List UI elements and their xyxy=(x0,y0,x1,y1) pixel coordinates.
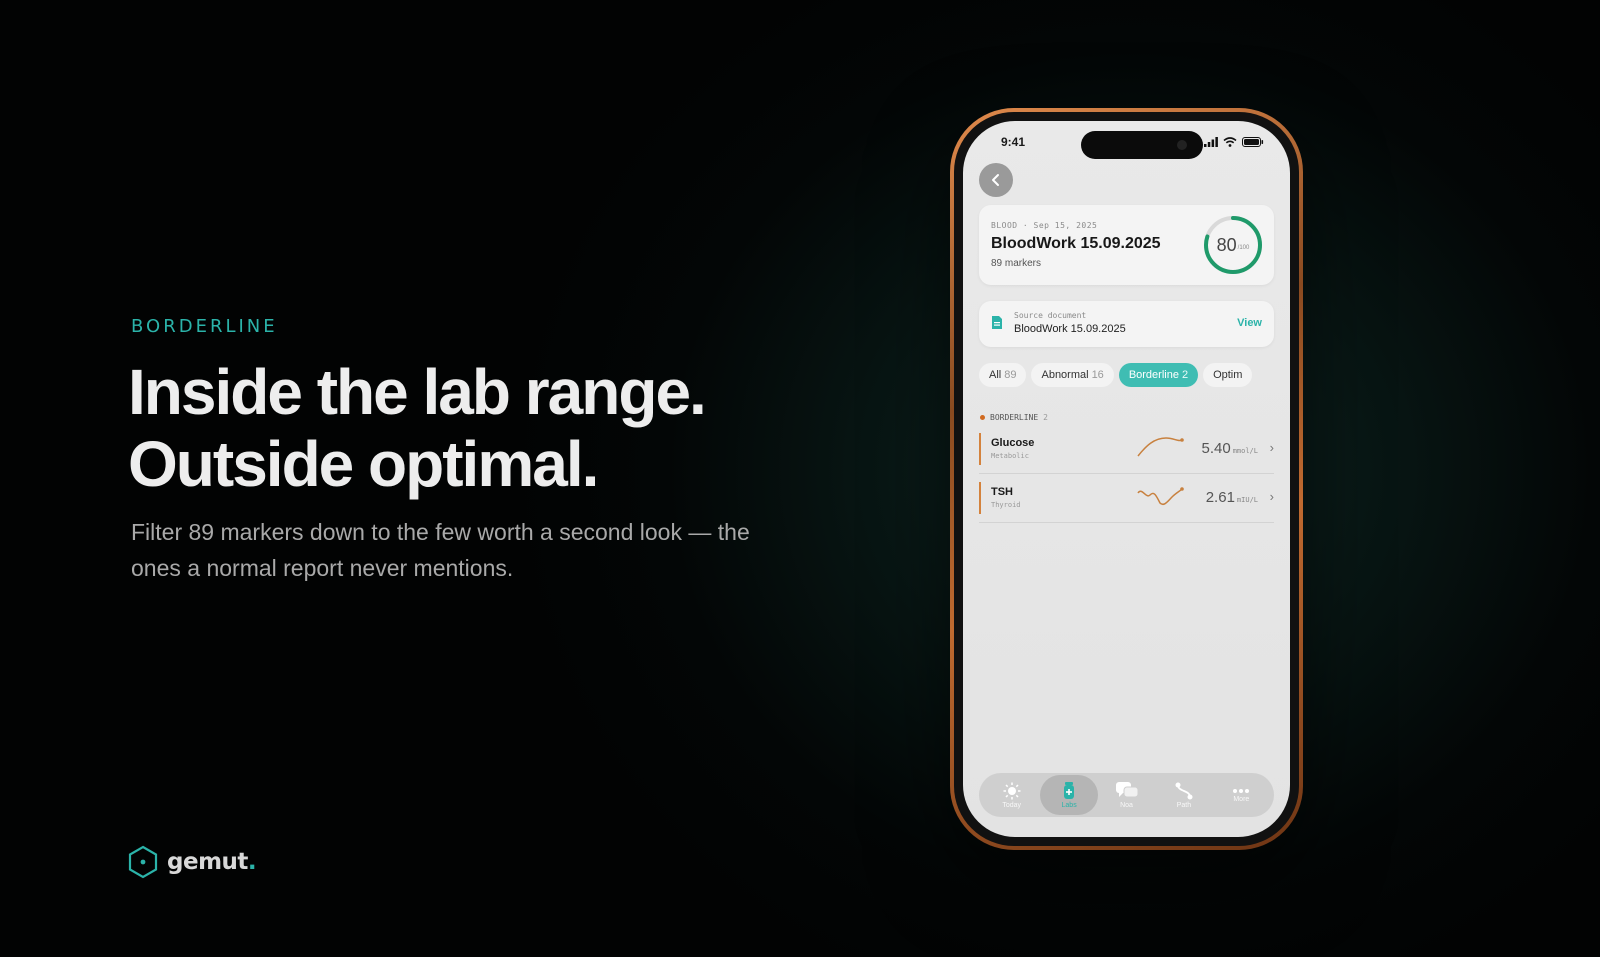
tab-noa[interactable]: Noa xyxy=(1098,775,1155,815)
report-marker-count: 89 markers xyxy=(991,258,1042,269)
section-header-borderline: BORDERLINE 2 xyxy=(980,413,1048,422)
status-bar: 9:41 xyxy=(1001,133,1264,151)
status-dot-icon xyxy=(980,415,985,420)
value-unit: mmol/L xyxy=(1232,447,1258,455)
tab-label: Noa xyxy=(1120,801,1133,809)
view-button[interactable]: View xyxy=(1237,317,1262,329)
section-count: 2 xyxy=(1043,413,1048,422)
phone-screen: 9:41 BLOOD · Sep 15, 2025 BloodWork 15.0… xyxy=(963,121,1290,837)
chip-label: All xyxy=(989,369,1002,381)
battery-icon xyxy=(1242,137,1264,147)
marker-name: TSH xyxy=(991,486,1013,498)
sparkline-icon xyxy=(1137,437,1184,457)
tab-labs[interactable]: Labs xyxy=(1040,775,1098,815)
marker-category: Metabolic xyxy=(991,452,1029,460)
chip-label: Abnormal xyxy=(1041,369,1089,381)
score-max: /100 xyxy=(1237,245,1250,251)
tab-label: Path xyxy=(1176,801,1192,809)
chevron-right-icon: › xyxy=(1269,440,1274,455)
value-unit: mIU/L xyxy=(1236,496,1258,504)
eyebrow-label: BORDERLINE xyxy=(131,316,278,337)
phone-bezel: 9:41 BLOOD · Sep 15, 2025 BloodWork 15.0… xyxy=(954,112,1299,846)
tab-today[interactable]: Today xyxy=(983,775,1040,815)
headline-line-2: Outside optimal. xyxy=(128,428,599,500)
filter-chip-borderline[interactable]: Borderline 2 xyxy=(1118,363,1199,387)
tab-path[interactable]: Path xyxy=(1155,775,1212,815)
report-title: BloodWork 15.09.2025 xyxy=(991,235,1161,252)
tab-bar: Today Labs Noa Path More xyxy=(979,773,1274,817)
document-icon xyxy=(992,316,1002,329)
source-label: Source document xyxy=(1014,311,1087,320)
chevron-left-icon xyxy=(992,174,999,186)
chip-count: 2 xyxy=(1181,369,1189,381)
headline: Inside the lab range. Outside optimal. xyxy=(128,356,707,500)
tab-more[interactable]: More xyxy=(1213,775,1270,815)
phone-mockup: 9:41 BLOOD · Sep 15, 2025 BloodWork 15.0… xyxy=(950,108,1303,850)
subtitle: Filter 89 markers down to the few worth … xyxy=(131,519,750,581)
brand-name: gemut. xyxy=(167,849,257,875)
filter-chip-optimal[interactable]: Optim xyxy=(1203,363,1253,387)
headline-line-1: Inside the lab range. xyxy=(128,356,707,428)
brand-logo: gemut. xyxy=(128,845,257,879)
marker-value: 5.40 mmol/L xyxy=(1202,440,1259,457)
chip-count: 16 xyxy=(1091,369,1104,381)
value-number: 5.40 xyxy=(1201,440,1231,457)
more-icon xyxy=(1233,788,1250,793)
marker-name: Glucose xyxy=(991,437,1035,449)
sun-icon xyxy=(1003,782,1021,799)
wifi-icon xyxy=(1223,137,1237,147)
status-time: 9:41 xyxy=(1001,135,1026,149)
marker-category: Thyroid xyxy=(991,501,1021,509)
vial-icon xyxy=(1064,781,1075,799)
chip-label: Borderline xyxy=(1128,369,1179,381)
brand-name-text: gemut xyxy=(167,849,248,875)
back-button[interactable] xyxy=(979,163,1013,197)
chip-label: Optim xyxy=(1213,369,1243,381)
signal-icon xyxy=(1204,137,1218,147)
brand-dot: . xyxy=(247,849,257,875)
filter-chip-all[interactable]: All 89 xyxy=(979,363,1027,387)
path-icon xyxy=(1175,782,1193,799)
chip-count: 89 xyxy=(1004,369,1017,381)
score-value: 80 xyxy=(1216,234,1237,255)
source-document-card[interactable]: Source document BloodWork 15.09.2025 Vie… xyxy=(979,301,1274,347)
marker-value: 2.61 mIU/L xyxy=(1206,489,1258,506)
score-label: 80 /100 xyxy=(1202,214,1264,276)
filter-chip-abnormal[interactable]: Abnormal 16 xyxy=(1031,363,1114,387)
chat-icon xyxy=(1115,781,1138,797)
report-summary-card[interactable]: BLOOD · Sep 15, 2025 BloodWork 15.09.202… xyxy=(979,205,1274,285)
tab-label: Today xyxy=(1002,801,1022,809)
chevron-right-icon: › xyxy=(1269,489,1274,504)
hexagon-logo-icon xyxy=(128,845,158,879)
value-number: 2.61 xyxy=(1205,489,1235,506)
borderline-indicator xyxy=(979,482,981,514)
status-icons xyxy=(1204,137,1264,147)
section-title: BORDERLINE xyxy=(990,413,1039,422)
marker-row-glucose[interactable]: Glucose Metabolic 5.40 mmol/L › xyxy=(979,425,1274,474)
marker-row-tsh[interactable]: TSH Thyroid 2.61 mIU/L › xyxy=(979,474,1274,523)
tab-label: Labs xyxy=(1061,801,1077,809)
source-name: BloodWork 15.09.2025 xyxy=(1014,323,1126,335)
filter-chips: All 89 Abnormal 16 Borderline 2 Optim xyxy=(979,363,1279,387)
tab-label: More xyxy=(1233,795,1250,803)
sparkline-icon xyxy=(1137,487,1184,506)
borderline-indicator xyxy=(979,433,981,465)
report-meta: BLOOD · Sep 15, 2025 xyxy=(991,221,1098,230)
